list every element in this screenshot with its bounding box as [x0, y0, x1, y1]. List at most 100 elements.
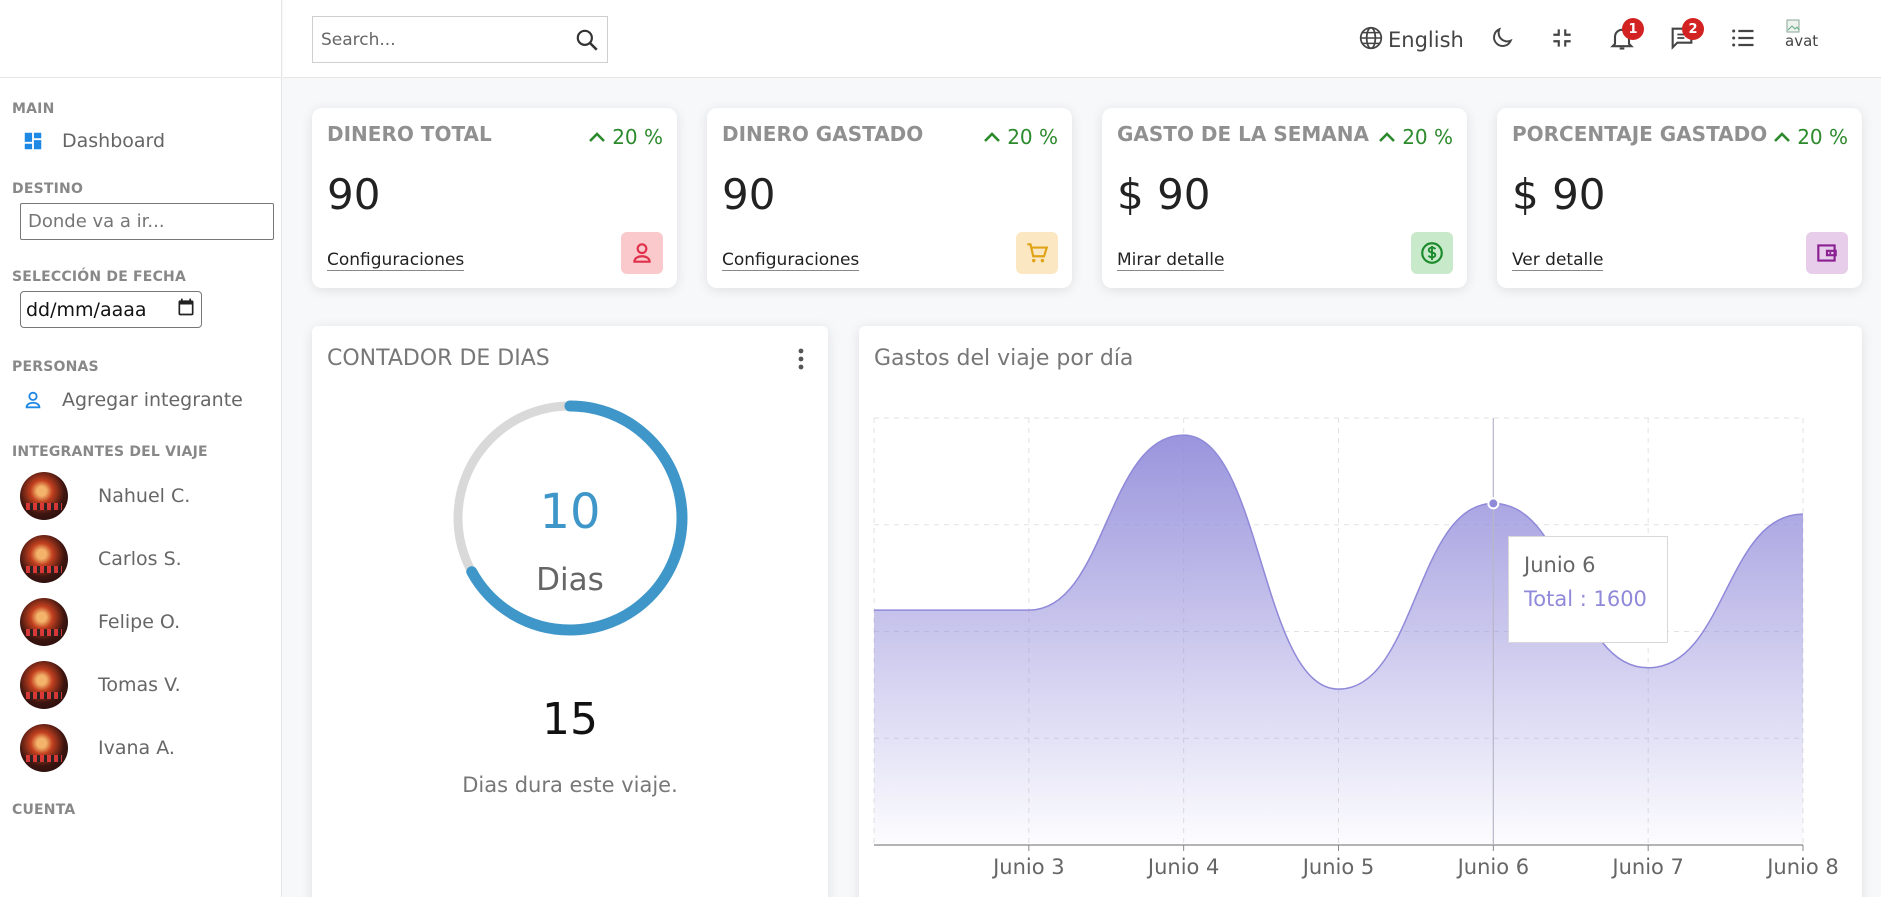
member-name: Nahuel C. — [98, 484, 191, 507]
member-name: Ivana A. — [98, 736, 175, 759]
destination-input[interactable] — [20, 203, 274, 240]
tooltip-label: Junio 6 — [1524, 553, 1596, 577]
date-input[interactable]: dd/mm/aaaa — [20, 291, 202, 328]
arrow-up-icon — [984, 132, 1001, 142]
fullscreen-exit-button[interactable] — [1549, 22, 1575, 58]
expenses-area-chart: Junio 3 Junio 4 Junio 5 Junio 6 Junio 7 Junio… — [873, 417, 1839, 879]
stat-card: GASTO DE LA SEMANA 20 % $ 90 Mirar detal… — [1102, 108, 1467, 288]
messages-button[interactable]: 2 — [1668, 18, 1704, 58]
section-title-cuenta: CUENTA — [12, 802, 76, 818]
total-days: 15 — [542, 694, 598, 745]
section-title-personas: PERSONAS — [12, 359, 99, 375]
stat-value: 90 — [722, 170, 776, 219]
chart-tooltip: Junio 6 Total : 1600 — [1508, 536, 1668, 643]
bell-icon: 1 — [1608, 18, 1644, 56]
stat-value: 90 — [327, 170, 381, 219]
notifications-badge: 1 — [1622, 18, 1644, 40]
day-counter-title: CONTADOR DE DIAS — [327, 346, 550, 371]
more-vert-icon[interactable] — [798, 348, 804, 374]
arrow-up-icon — [1379, 132, 1396, 142]
x-tick-label: Junio 6 — [1456, 855, 1530, 879]
section-title-destino: DESTINO — [12, 181, 84, 197]
language-selector[interactable]: English — [1358, 22, 1464, 58]
avatar — [20, 534, 68, 583]
list-item[interactable]: Carlos S. — [0, 527, 281, 590]
stat-link[interactable]: Ver detalle — [1512, 250, 1604, 271]
x-tick-label: Junio 5 — [1301, 855, 1375, 879]
stat-card: DINERO TOTAL 20 % 90 Configuraciones — [312, 108, 677, 288]
stat-change: 20 % — [983, 125, 1058, 149]
calendar-icon[interactable] — [176, 297, 196, 322]
add-member-label: Agregar integrante — [62, 389, 243, 411]
stat-title: PORCENTAJE GASTADO — [1512, 122, 1768, 146]
date-input-value: dd/mm/aaaa — [26, 298, 147, 321]
stat-link[interactable]: Configuraciones — [327, 250, 465, 271]
avatar-alt-text: avat — [1785, 32, 1819, 50]
stat-card: DINERO GASTADO 20 % 90 Configuraciones — [707, 108, 1072, 288]
arrow-up-icon — [1774, 132, 1791, 142]
language-label: English — [1388, 28, 1464, 52]
dashboard-icon — [20, 128, 46, 154]
section-title-integrantes: INTEGRANTES DEL VIAJE — [12, 444, 208, 460]
stat-change: 20 % — [1773, 125, 1848, 149]
days-label: Dias — [536, 562, 604, 598]
avatar — [20, 660, 68, 709]
messages-badge: 2 — [1682, 18, 1704, 40]
avatar — [20, 597, 68, 646]
stat-change-value: 20 % — [1402, 125, 1453, 149]
add-member-button[interactable]: Agregar integrante — [0, 380, 281, 420]
list-menu-button[interactable] — [1729, 22, 1757, 58]
stat-change-value: 20 % — [1797, 125, 1848, 149]
stat-link[interactable]: Mirar detalle — [1117, 250, 1225, 271]
list-item[interactable]: Ivana A. — [0, 716, 281, 779]
cart-icon — [1016, 232, 1058, 274]
sidebar-item-dashboard[interactable]: Dashboard — [0, 121, 281, 161]
x-tick-label: Junio 7 — [1610, 855, 1684, 879]
chat-icon: 2 — [1668, 18, 1704, 56]
list-item[interactable]: Felipe O. — [0, 590, 281, 653]
dollar-icon — [1411, 232, 1453, 274]
member-name: Tomas V. — [98, 673, 181, 696]
wallet-icon — [1806, 232, 1848, 274]
list-item[interactable]: Nahuel C. — [0, 464, 281, 527]
stat-value: $ 90 — [1512, 170, 1606, 219]
stat-title: DINERO GASTADO — [722, 122, 924, 146]
notifications-button[interactable]: 1 — [1608, 18, 1644, 58]
stat-change: 20 % — [588, 125, 663, 149]
avatar — [20, 723, 68, 772]
day-counter-card: CONTADOR DE DIAS 10 Dias 15 Dias dura es… — [312, 326, 828, 897]
stat-title: DINERO TOTAL — [327, 122, 492, 146]
stat-value: $ 90 — [1117, 170, 1211, 219]
stat-change-value: 20 % — [1007, 125, 1058, 149]
sidebar: MAIN Dashboard DESTINO SELECCIÓN DE FECH… — [0, 0, 282, 897]
total-days-caption: Dias dura este viaje. — [462, 773, 678, 797]
sidebar-item-label: Dashboard — [62, 130, 166, 152]
stat-change-value: 20 % — [612, 125, 663, 149]
section-title-fecha: SELECCIÓN DE FECHA — [12, 269, 186, 285]
stat-change: 20 % — [1378, 125, 1453, 149]
member-name: Carlos S. — [98, 547, 182, 570]
list-icon — [1729, 24, 1757, 56]
dark-mode-toggle[interactable] — [1489, 22, 1515, 58]
x-tick-label: Junio 8 — [1765, 855, 1839, 879]
search-box[interactable]: Search... — [312, 16, 608, 63]
topbar: Search... English 1 2 avat — [283, 0, 1881, 78]
member-list: Nahuel C. Carlos S. Felipe O. Tomas V. I… — [0, 464, 281, 779]
x-tick-label: Junio 3 — [991, 855, 1065, 879]
stat-card: PORCENTAJE GASTADO 20 % $ 90 Ver detalle — [1497, 108, 1862, 288]
sidebar-logo-area — [0, 0, 281, 78]
list-item[interactable]: Tomas V. — [0, 653, 281, 716]
moon-icon — [1489, 25, 1515, 55]
data-point[interactable] — [1487, 497, 1500, 510]
person-icon — [20, 387, 46, 413]
arrow-up-icon — [589, 132, 606, 142]
tooltip-value: Total : 1600 — [1524, 587, 1647, 611]
member-name: Felipe O. — [98, 610, 181, 633]
fullscreen-exit-icon — [1549, 25, 1575, 55]
expenses-chart-card: Gastos del viaje por día Junio 3 Junio 4J… — [859, 326, 1862, 897]
user-avatar[interactable]: avat — [1785, 18, 1829, 62]
globe-icon — [1358, 25, 1384, 55]
search-icon[interactable] — [567, 27, 607, 53]
search-input[interactable]: Search... — [313, 30, 567, 50]
stat-link[interactable]: Configuraciones — [722, 250, 860, 271]
